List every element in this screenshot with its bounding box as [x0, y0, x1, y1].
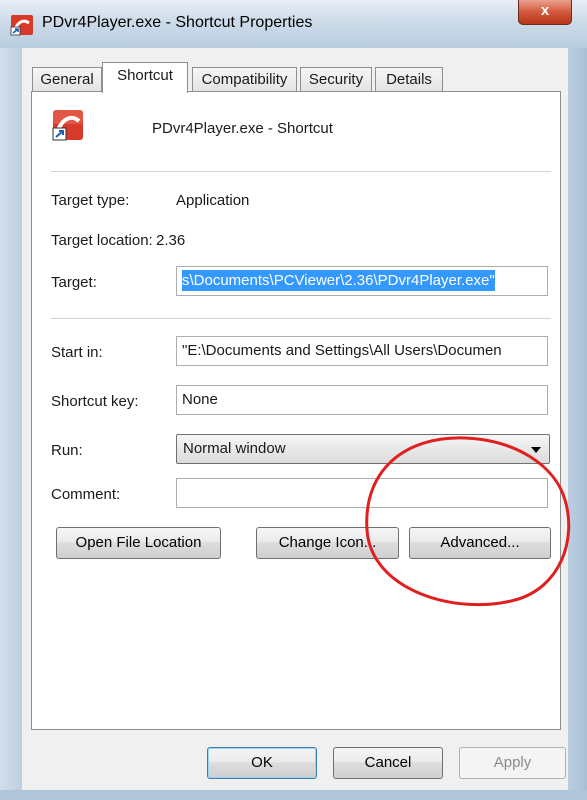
- apply-button: Apply: [459, 747, 566, 779]
- app-shortcut-icon: [52, 110, 83, 141]
- target-location-value: 2.36: [156, 232, 186, 249]
- tab-security[interactable]: Security: [300, 67, 372, 92]
- separator: [51, 171, 551, 172]
- target-input-text: s\Documents\PCViewer\2.36\PDvr4Player.ex…: [182, 270, 495, 291]
- app-shortcut-icon: [10, 15, 33, 36]
- shortcut-tab-panel: PDvr4Player.exe - Shortcut Target type: …: [31, 91, 561, 730]
- separator: [51, 318, 551, 319]
- properties-window: PDvr4Player.exe - Shortcut Properties x …: [0, 0, 587, 800]
- change-icon-button[interactable]: Change Icon...: [256, 527, 399, 559]
- comment-input[interactable]: [176, 478, 548, 508]
- shortcut-name: PDvr4Player.exe - Shortcut: [152, 120, 333, 137]
- window-frame-bottom: [0, 790, 587, 800]
- tab-compatibility[interactable]: Compatibility: [192, 67, 297, 92]
- shortcut-key-input[interactable]: None: [176, 385, 548, 415]
- target-location-label: Target location:: [51, 232, 153, 249]
- close-button[interactable]: x: [518, 0, 572, 25]
- title-bar[interactable]: PDvr4Player.exe - Shortcut Properties x: [0, 0, 587, 48]
- run-dropdown[interactable]: Normal window: [176, 434, 550, 464]
- target-input[interactable]: s\Documents\PCViewer\2.36\PDvr4Player.ex…: [176, 266, 548, 296]
- close-icon: x: [540, 2, 550, 19]
- chevron-down-icon: [531, 447, 541, 453]
- run-label: Run:: [51, 442, 83, 459]
- tab-shortcut[interactable]: Shortcut: [102, 62, 188, 93]
- window-frame-right: [568, 48, 587, 800]
- ok-button[interactable]: OK: [207, 747, 317, 779]
- target-label: Target:: [51, 274, 97, 291]
- start-in-label: Start in:: [51, 344, 103, 361]
- target-type-value: Application: [176, 192, 250, 209]
- start-in-input[interactable]: "E:\Documents and Settings\All Users\Doc…: [176, 336, 548, 366]
- comment-label: Comment:: [51, 486, 121, 503]
- tab-details[interactable]: Details: [375, 67, 443, 92]
- tab-general[interactable]: General: [32, 67, 102, 92]
- run-dropdown-value: Normal window: [183, 440, 286, 457]
- advanced-button[interactable]: Advanced...: [409, 527, 551, 559]
- open-file-location-button[interactable]: Open File Location: [56, 527, 221, 559]
- window-title: PDvr4Player.exe - Shortcut Properties: [42, 14, 313, 31]
- dialog-body: General Shortcut Compatibility Security …: [22, 48, 568, 790]
- window-frame-left: [0, 48, 22, 800]
- shortcut-key-label: Shortcut key:: [51, 393, 139, 410]
- target-type-label: Target type:: [51, 192, 130, 209]
- cancel-button[interactable]: Cancel: [333, 747, 443, 779]
